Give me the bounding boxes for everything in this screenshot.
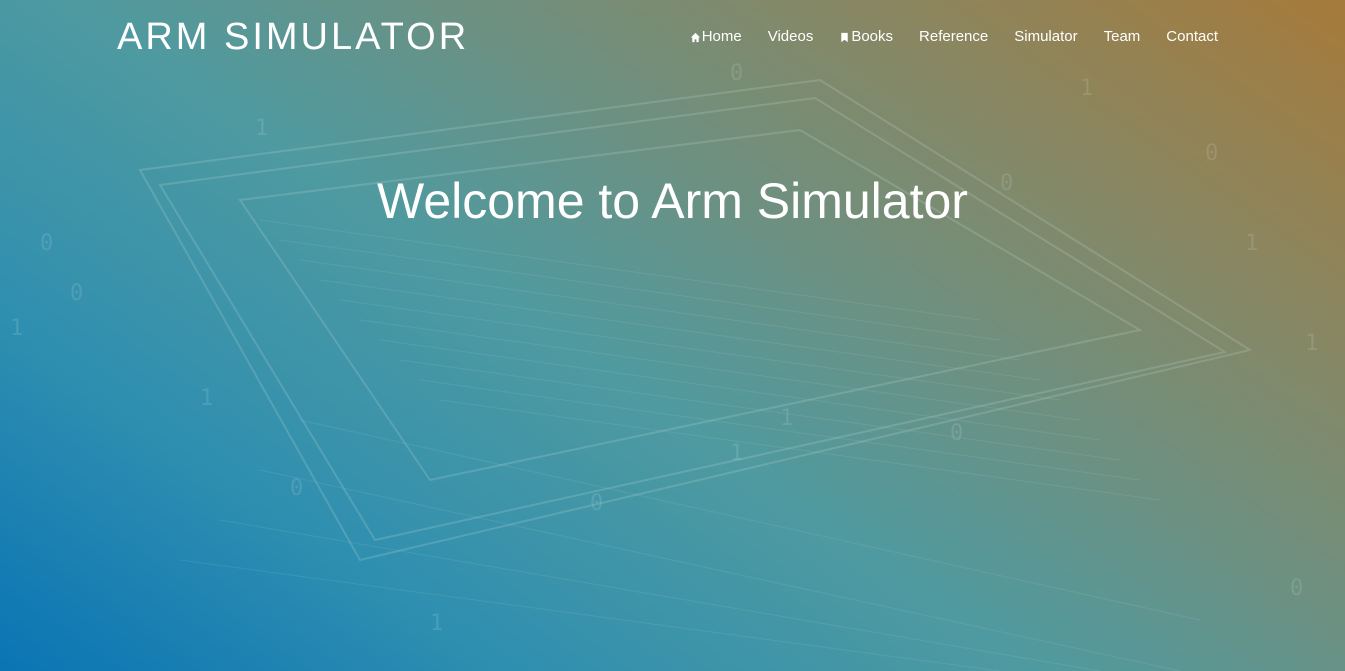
svg-text:1: 1 [730,441,743,466]
nav-item-reference[interactable]: Reference [919,28,988,46]
nav-item-label: Simulator [1014,28,1078,45]
top-navbar: ARM SIMULATOR Home Videos Books Referenc… [0,0,1345,74]
nav-item-label: Contact [1166,28,1218,45]
svg-text:0: 0 [1290,576,1303,601]
svg-text:1: 1 [1245,231,1258,256]
svg-text:1: 1 [10,316,23,341]
svg-text:0: 0 [290,476,303,501]
svg-text:0: 0 [40,231,53,256]
svg-text:1: 1 [200,386,213,411]
main-nav: Home Videos Books Reference Simulator Te… [690,28,1218,46]
bookmark-icon [841,32,849,42]
hero-heading: Welcome to Arm Simulator [377,173,968,229]
nav-item-label: Reference [919,28,989,45]
nav-item-home[interactable]: Home [690,28,742,46]
nav-item-label: Team [1103,28,1141,45]
nav-item-books[interactable]: Books [839,28,893,46]
nav-item-simulator[interactable]: Simulator [1014,28,1077,46]
nav-item-team[interactable]: Team [1104,28,1141,46]
site-title[interactable]: ARM SIMULATOR [117,15,469,59]
svg-text:0: 0 [590,491,603,516]
svg-text:0: 0 [70,281,83,306]
svg-text:0: 0 [950,421,963,446]
svg-text:1: 1 [1080,76,1093,101]
home-icon [690,32,700,42]
nav-item-label: Home [701,28,742,45]
nav-item-label: Videos [767,28,814,45]
circuit-background-image: 01 10 00 01 11 10 10 10 10 [10,61,1318,671]
svg-text:1: 1 [1305,331,1318,356]
nav-item-label: Books [851,28,894,45]
nav-item-videos[interactable]: Videos [768,28,814,46]
hero-section: 01 10 00 01 11 10 10 10 10 ARM SIMULATOR… [0,0,1345,671]
svg-text:1: 1 [255,116,268,141]
svg-text:0: 0 [1205,141,1218,166]
svg-text:1: 1 [430,611,443,636]
nav-item-contact[interactable]: Contact [1166,28,1218,46]
svg-text:1: 1 [780,406,793,431]
